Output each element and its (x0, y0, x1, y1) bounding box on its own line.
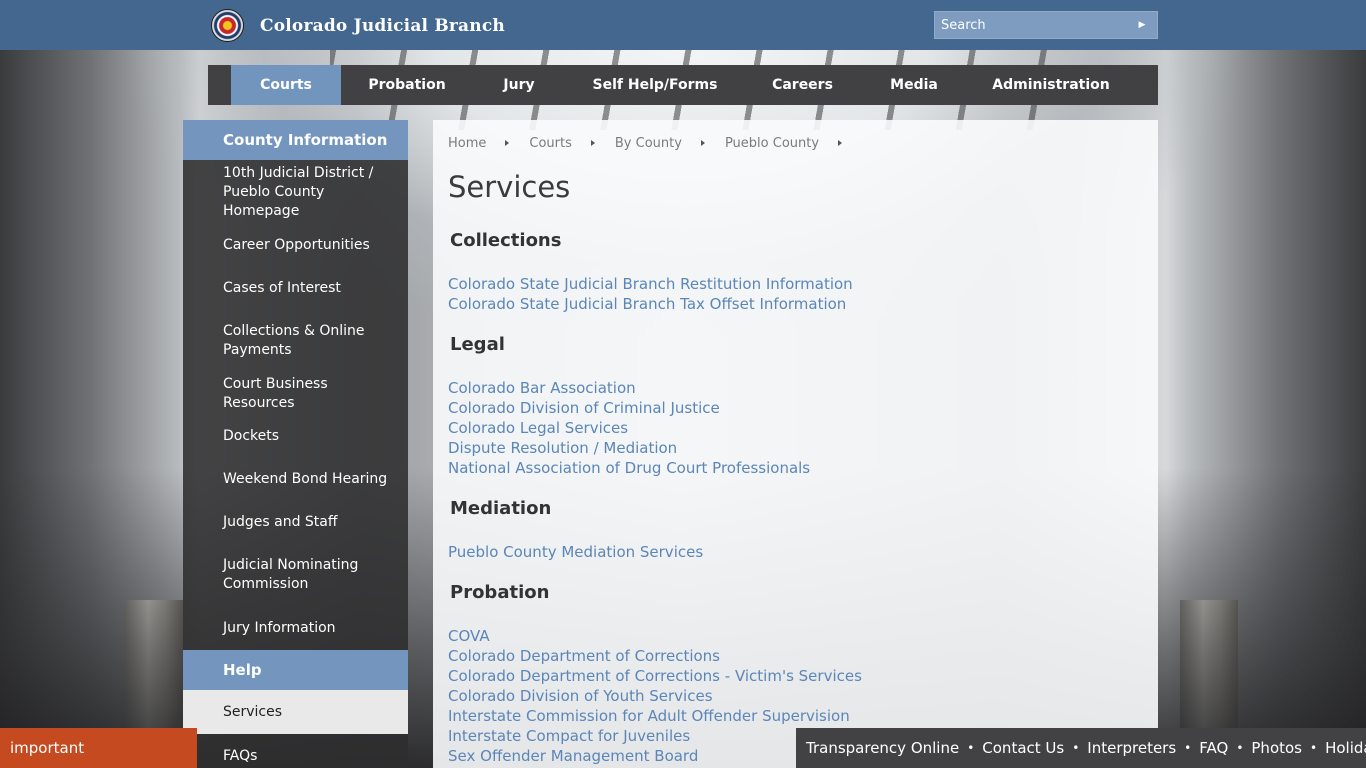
sidebar-heading-county-information[interactable]: County Information (183, 120, 408, 160)
main-navigation: Courts Probation Jury Self Help/Forms Ca… (208, 65, 1158, 105)
sidebar-item-label: Cases of Interest (223, 280, 341, 296)
section-collections: Collections Colorado State Judicial Bran… (448, 230, 853, 314)
nav-careers[interactable]: Careers (745, 65, 860, 105)
service-link[interactable]: Colorado Division of Criminal Justice (448, 398, 810, 418)
footer-separator: • (1236, 741, 1244, 755)
sidebar-item-district-homepage[interactable]: 10th Judicial District / Pueblo County H… (183, 160, 408, 224)
footer-separator: • (1310, 741, 1318, 755)
service-link[interactable]: Colorado State Judicial Branch Tax Offse… (448, 294, 853, 314)
page-title: Services (448, 170, 571, 204)
sidebar-item-label: Collections & Online Payments (223, 323, 365, 358)
nav-probation[interactable]: Probation (341, 65, 473, 105)
service-link[interactable]: National Association of Drug Court Profe… (448, 458, 810, 478)
sidebar-item-label: Judicial Nominating Commission (223, 557, 359, 592)
footer-link-photos[interactable]: Photos (1251, 739, 1302, 757)
nav-administration[interactable]: Administration (968, 65, 1134, 105)
nav-media[interactable]: Media (860, 65, 968, 105)
sidebar-item-label: Weekend Bond Hearing (223, 471, 388, 487)
colorado-seal-icon (211, 9, 244, 42)
sidebar-item-label: Career Opportunities (223, 237, 370, 253)
caret-right-icon (838, 140, 843, 146)
sidebar-item-label: Services (223, 703, 283, 720)
search-submit-icon[interactable]: ▶ (1135, 18, 1149, 32)
service-link[interactable]: Colorado Legal Services (448, 418, 810, 438)
nav-courts[interactable]: Courts (231, 65, 341, 105)
service-link[interactable]: Colorado Department of Corrections (448, 646, 862, 666)
service-link[interactable]: COVA (448, 626, 862, 646)
footer-link-faq[interactable]: FAQ (1199, 739, 1228, 757)
caret-right-icon (700, 140, 705, 146)
breadcrumb-home[interactable]: Home (448, 136, 486, 151)
section-heading: Probation (450, 582, 550, 603)
sidebar-item-dockets[interactable]: Dockets (183, 415, 408, 458)
top-header: Colorado Judicial Branch ▶ (0, 0, 1366, 50)
sidebar-item-label: 10th Judicial District / Pueblo County H… (223, 164, 374, 219)
service-link[interactable]: Interstate Commission for Adult Offender… (448, 706, 862, 726)
search-box: ▶ (934, 11, 1158, 39)
sidebar-item-collections-online-payments[interactable]: Collections & Online Payments (183, 310, 408, 372)
important-announcement-button[interactable]: important announcement (0, 728, 197, 768)
sidebar-item-label: Dockets (223, 428, 280, 444)
section-legal: Legal Colorado Bar Association Colorado … (448, 334, 810, 478)
search-input[interactable] (935, 12, 1131, 38)
sidebar-item-judicial-nominating-commission[interactable]: Judicial Nominating Commission (183, 544, 408, 606)
footer-link-holidays[interactable]: Holidays (1325, 739, 1366, 757)
link-list: Pueblo County Mediation Services (448, 542, 703, 562)
service-link[interactable]: Colorado Division of Youth Services (448, 686, 862, 706)
sidebar-item-cases-of-interest[interactable]: Cases of Interest (183, 267, 408, 310)
section-heading: Legal (450, 334, 505, 355)
footer-quick-links: Transparency Online • Contact Us • Inter… (796, 728, 1366, 768)
brand-link[interactable]: Colorado Judicial Branch (211, 9, 505, 42)
sidebar-item-faqs[interactable]: FAQs (183, 734, 408, 768)
footer-separator: • (1072, 741, 1080, 755)
sidebar-item-label: Court Business Resources (223, 375, 328, 411)
breadcrumb-by-county[interactable]: By County (615, 136, 682, 151)
sidebar: County Information 10th Judicial Distric… (183, 120, 408, 768)
caret-right-icon (590, 140, 595, 146)
breadcrumb-pueblo-county[interactable]: Pueblo County (725, 136, 819, 151)
service-link[interactable]: Colorado Bar Association (448, 378, 810, 398)
caret-right-icon (505, 140, 510, 146)
sidebar-item-weekend-bond-hearing[interactable]: Weekend Bond Hearing (183, 458, 408, 501)
nav-jury[interactable]: Jury (473, 65, 565, 105)
sidebar-item-career-opportunities[interactable]: Career Opportunities (183, 224, 408, 267)
sidebar-item-jury-information[interactable]: Jury Information (183, 606, 408, 650)
footer-separator: • (967, 741, 975, 755)
nav-self-help-forms[interactable]: Self Help/Forms (565, 65, 745, 105)
service-link[interactable]: Pueblo County Mediation Services (448, 542, 703, 562)
section-mediation: Mediation Pueblo County Mediation Servic… (448, 498, 703, 562)
main-content: Home Courts By County Pueblo County Serv… (433, 120, 1158, 768)
link-list: Colorado Bar Association Colorado Divisi… (448, 378, 810, 478)
sidebar-item-services[interactable]: Services (183, 690, 408, 734)
service-link[interactable]: Dispute Resolution / Mediation (448, 438, 810, 458)
site-title: Colorado Judicial Branch (260, 15, 505, 36)
sidebar-item-label: Jury Information (223, 619, 336, 636)
breadcrumb: Home Courts By County Pueblo County (448, 136, 862, 151)
sidebar-item-judges-and-staff[interactable]: Judges and Staff (183, 501, 408, 544)
service-link[interactable]: Colorado Department of Corrections - Vic… (448, 666, 862, 686)
footer-link-contact-us[interactable]: Contact Us (982, 739, 1064, 757)
footer-link-interpreters[interactable]: Interpreters (1087, 739, 1176, 757)
sidebar-item-court-business-resources[interactable]: Court Business Resources (183, 372, 408, 415)
sidebar-item-label: Judges and Staff (223, 514, 338, 530)
sidebar-heading-help[interactable]: Help (183, 650, 408, 690)
breadcrumb-courts[interactable]: Courts (529, 136, 572, 151)
footer-separator: • (1184, 741, 1192, 755)
service-link[interactable]: Colorado State Judicial Branch Restituti… (448, 274, 853, 294)
footer-link-transparency-online[interactable]: Transparency Online (806, 739, 959, 757)
sidebar-item-label: FAQs (223, 747, 258, 764)
section-heading: Mediation (450, 498, 552, 519)
section-heading: Collections (450, 230, 562, 251)
link-list: Colorado State Judicial Branch Restituti… (448, 274, 853, 314)
